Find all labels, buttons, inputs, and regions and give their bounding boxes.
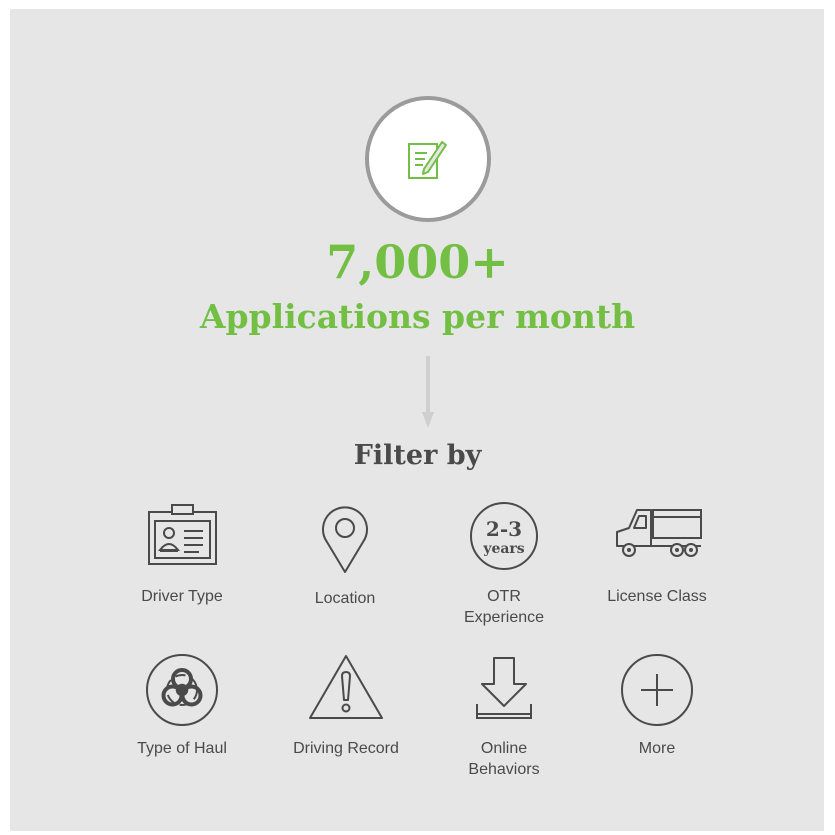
edit-form-icon — [408, 141, 447, 179]
truck-icon — [616, 509, 702, 557]
filter-item-label: Driving Record — [293, 740, 399, 757]
filter-item-label: More — [638, 740, 676, 757]
biohazard-icon — [146, 654, 218, 726]
filter-item-label: Online Behaviors — [468, 740, 540, 778]
filter-title: Filter by — [353, 440, 482, 471]
years-badge-top: 2-3 — [486, 517, 522, 541]
years-badge-icon: 2-3 years — [470, 502, 538, 570]
filter-item-label: Location — [314, 590, 376, 607]
warning-icon — [309, 655, 383, 719]
filter-item-label: Type of Haul — [137, 740, 227, 757]
plus-circle-icon — [621, 654, 693, 726]
applications-badge — [365, 96, 491, 222]
filter-item-label: License Class — [607, 588, 707, 605]
filter-item-label: Driver Type — [141, 588, 223, 605]
location-pin-icon — [322, 506, 368, 573]
applications-count: 7,000+ — [326, 235, 509, 289]
download-tray-icon — [476, 657, 532, 719]
down-arrow-icon — [422, 356, 434, 428]
applications-caption: Applications per month — [199, 297, 636, 336]
filter-item-label: OTR Experience — [463, 588, 545, 626]
id-badge-icon — [148, 504, 217, 565]
years-badge-bottom: years — [482, 541, 524, 557]
